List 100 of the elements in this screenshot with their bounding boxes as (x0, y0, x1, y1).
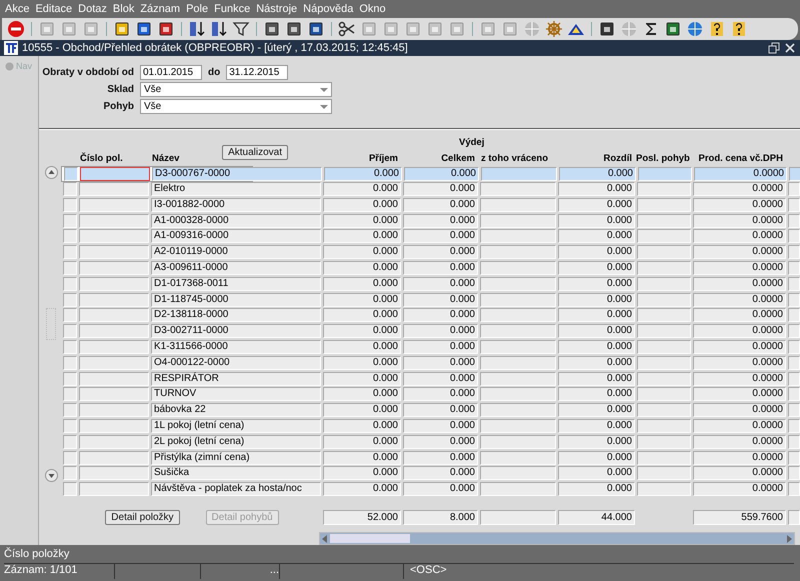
table-cell[interactable] (788, 403, 800, 418)
menu-item[interactable]: Nástroje (254, 3, 302, 15)
table-cell[interactable] (788, 292, 800, 307)
table-cell[interactable]: 0.000 (403, 403, 478, 418)
table-cell[interactable] (79, 182, 149, 196)
table-cell[interactable] (637, 245, 691, 260)
table-cell[interactable] (637, 403, 691, 418)
table-cell[interactable] (637, 482, 691, 496)
row-marker[interactable] (63, 245, 77, 260)
scroll-right-icon[interactable] (784, 534, 794, 544)
table-cell[interactable]: 0.0000 (693, 387, 786, 402)
row-marker[interactable] (63, 229, 77, 244)
table-cell[interactable] (788, 324, 800, 338)
table-cell[interactable]: 0.000 (558, 403, 635, 418)
table-cell[interactable] (79, 466, 149, 480)
menu-item[interactable]: Okno (357, 3, 390, 15)
table-cell[interactable]: 0.0000 (693, 466, 786, 480)
table-cell[interactable]: 0.000 (323, 324, 401, 338)
table-cell[interactable] (480, 372, 556, 386)
menu-item[interactable]: Dotaz (76, 3, 111, 15)
table-cell[interactable]: 0.000 (558, 214, 635, 228)
table-cell[interactable]: 0.000 (403, 450, 478, 465)
table-cell[interactable]: 1L pokoj (letní cena) (151, 419, 321, 434)
table-cell[interactable] (79, 261, 149, 276)
wheel-icon[interactable] (545, 20, 563, 38)
table-cell[interactable]: 0.000 (403, 372, 478, 386)
table-cell[interactable]: K1-311566-0000 (151, 340, 321, 354)
sort-descending-icon[interactable] (210, 20, 228, 38)
menu-item[interactable]: Záznam (138, 3, 184, 15)
table-cell[interactable] (480, 182, 556, 196)
filter-icon[interactable] (232, 20, 250, 38)
row-marker[interactable] (63, 466, 77, 480)
table-cell[interactable] (637, 308, 691, 322)
table-cell[interactable]: 0.000 (559, 167, 636, 182)
scroll-left-icon[interactable] (320, 534, 330, 544)
table-cell[interactable]: 0.0000 (693, 403, 786, 418)
table-cell[interactable] (637, 372, 691, 386)
row-marker[interactable] (63, 356, 77, 370)
row-marker[interactable] (63, 340, 77, 354)
detail-button[interactable]: Detail položky (105, 510, 180, 524)
table-cell[interactable] (480, 450, 556, 465)
table-cell[interactable] (79, 450, 149, 465)
table-cell[interactable] (79, 387, 149, 402)
table-cell[interactable]: Přistýlka (zimní cena) (151, 450, 321, 465)
table-cell[interactable]: 0.000 (323, 261, 401, 276)
table-cell[interactable]: 0.000 (558, 356, 635, 370)
menu-item[interactable]: Blok (110, 3, 138, 15)
table-cell[interactable]: 0.000 (323, 308, 401, 322)
table-cell[interactable] (788, 356, 800, 370)
row-marker[interactable] (63, 387, 77, 402)
table-cell[interactable] (788, 214, 800, 228)
table-cell[interactable]: 0.0000 (693, 324, 786, 338)
table-cell[interactable] (480, 324, 556, 338)
table-cell[interactable]: 0.000 (558, 198, 635, 212)
table-cell[interactable] (788, 276, 800, 291)
table-cell[interactable] (788, 466, 800, 480)
row-marker[interactable] (63, 482, 77, 496)
table-cell[interactable]: A1-009316-0000 (151, 229, 321, 244)
table-cell[interactable]: 0.0000 (693, 482, 786, 496)
table-cell[interactable] (79, 245, 149, 260)
table-cell[interactable] (788, 198, 800, 212)
table-cell[interactable] (480, 482, 556, 496)
table-cell[interactable] (788, 229, 800, 244)
table-cell[interactable] (480, 198, 556, 212)
row-marker[interactable] (63, 324, 77, 338)
row-marker[interactable] (63, 434, 77, 449)
table-cell[interactable]: 0.0000 (693, 214, 786, 228)
row-marker[interactable] (63, 261, 77, 276)
table-cell[interactable] (79, 276, 149, 291)
table-cell[interactable] (480, 276, 556, 291)
table-cell[interactable]: 0.000 (323, 450, 401, 465)
table-cell[interactable]: bábovka 22 (151, 403, 321, 418)
table-cell[interactable]: 0.0000 (693, 276, 786, 291)
table-cell[interactable]: 0.000 (323, 214, 401, 228)
row-marker[interactable] (63, 419, 77, 434)
table-cell[interactable] (480, 419, 556, 434)
table-cell[interactable] (480, 387, 556, 402)
table-cell[interactable] (79, 292, 149, 307)
table-cell[interactable] (637, 214, 691, 228)
menu-item[interactable]: Nápověda (301, 3, 358, 15)
date-to-field[interactable]: 31.12.2015 (226, 65, 288, 80)
table-cell[interactable]: 0.000 (403, 419, 478, 434)
table-cell[interactable]: 0.0000 (693, 372, 786, 386)
date-from-field[interactable]: 01.01.2015 (140, 65, 202, 80)
sklad-dropdown[interactable]: Vše (140, 82, 332, 97)
table-cell[interactable] (480, 403, 556, 418)
table-cell[interactable] (79, 403, 149, 418)
table-cell[interactable] (79, 419, 149, 434)
table-cell[interactable] (788, 482, 800, 496)
table-cell[interactable]: 0.000 (403, 387, 478, 402)
scroll-down-icon[interactable] (44, 469, 58, 482)
table-cell[interactable]: 0.000 (558, 261, 635, 276)
table-cell[interactable] (480, 261, 556, 276)
table-cell[interactable] (79, 482, 149, 496)
table-cell[interactable]: 0.0000 (693, 308, 786, 322)
table-cell[interactable]: 0.000 (323, 466, 401, 480)
menu-item[interactable]: Akce (3, 3, 34, 15)
table-cell[interactable]: 0.000 (323, 182, 401, 196)
table-cell[interactable] (789, 167, 800, 182)
table-cell[interactable]: 0.000 (323, 229, 401, 244)
